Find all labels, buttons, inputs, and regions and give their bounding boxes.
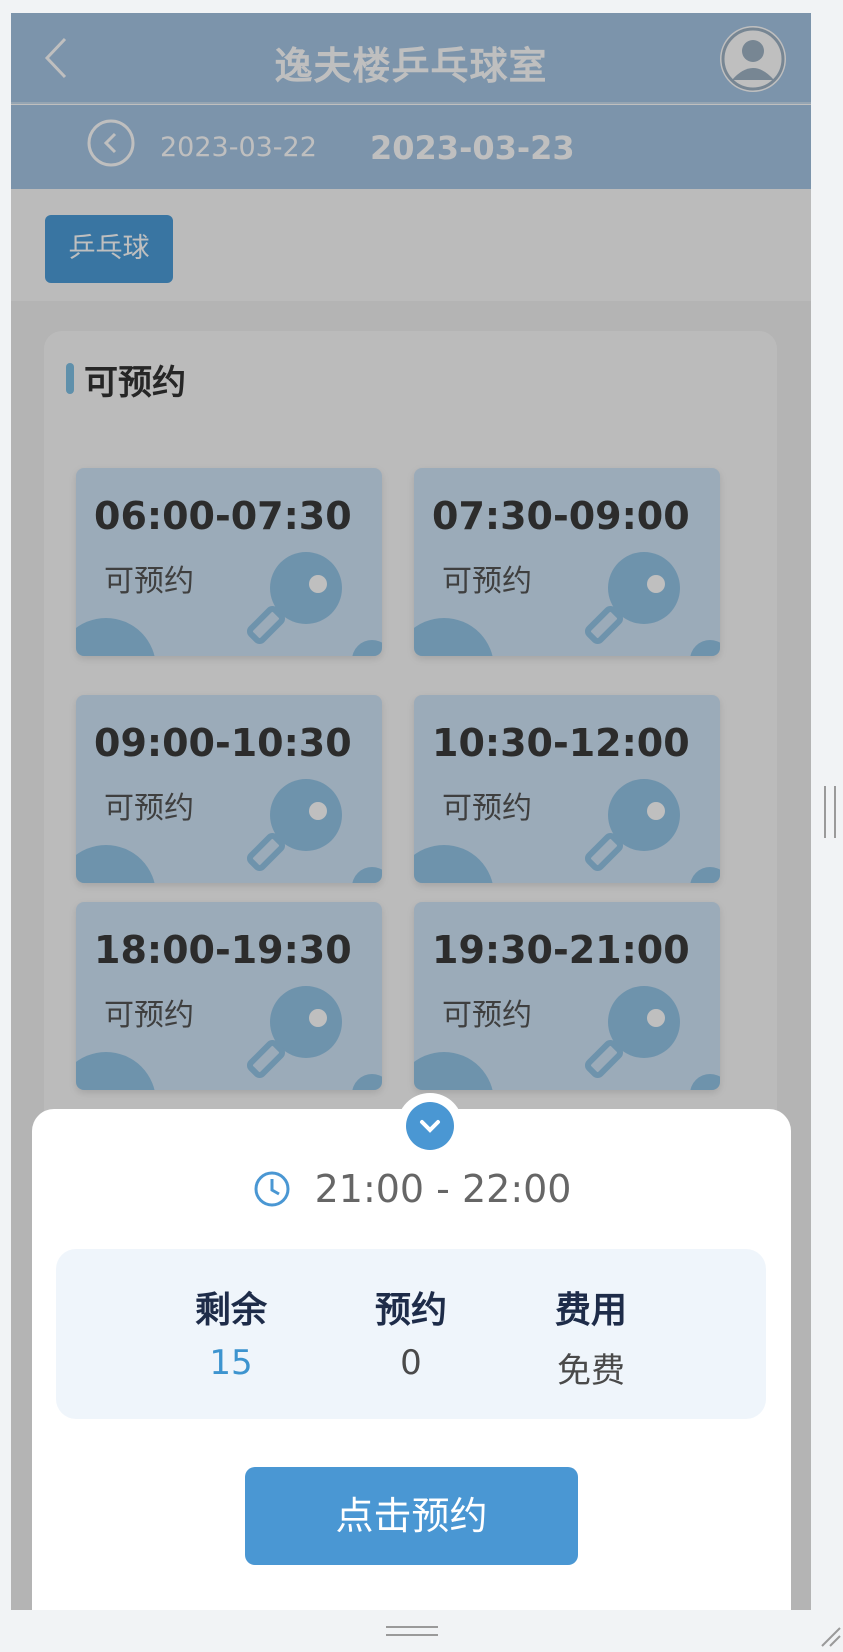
resize-grip-icon[interactable] xyxy=(818,1624,842,1648)
collapse-sheet-button[interactable] xyxy=(397,1093,463,1159)
vertical-drag-handle[interactable] xyxy=(824,786,836,838)
stat-remaining: 剩余 15 xyxy=(166,1281,296,1383)
stat-booked: 预约 0 xyxy=(346,1281,476,1383)
sheet-time-row: 21:00 - 22:00 xyxy=(32,1167,791,1211)
stat-label: 费用 xyxy=(554,1290,627,1331)
book-button[interactable]: 点击预约 xyxy=(245,1467,578,1565)
stat-label: 预约 xyxy=(374,1290,447,1331)
stat-value: 15 xyxy=(209,1343,253,1383)
stat-value: 免费 xyxy=(557,1351,625,1391)
stat-label: 剩余 xyxy=(194,1290,267,1331)
stat-value: 0 xyxy=(400,1343,422,1383)
app-screen: 逸夫楼乒乓球室 2023-03-22 2023-03-23 乒乓球 可预约 06 xyxy=(11,13,811,1610)
chevron-down-icon xyxy=(420,1120,440,1133)
booking-sheet: 21:00 - 22:00 剩余 15 预约 0 费用 免费 点击预约 xyxy=(32,1109,791,1610)
collapse-circle xyxy=(406,1102,454,1150)
horizontal-drag-handle[interactable] xyxy=(386,1626,438,1636)
clock-icon xyxy=(254,1171,289,1207)
stats-box: 剩余 15 预约 0 费用 免费 xyxy=(56,1249,766,1419)
selected-time-range: 21:00 - 22:00 xyxy=(314,1167,572,1211)
stat-fee: 费用 免费 xyxy=(526,1281,656,1392)
